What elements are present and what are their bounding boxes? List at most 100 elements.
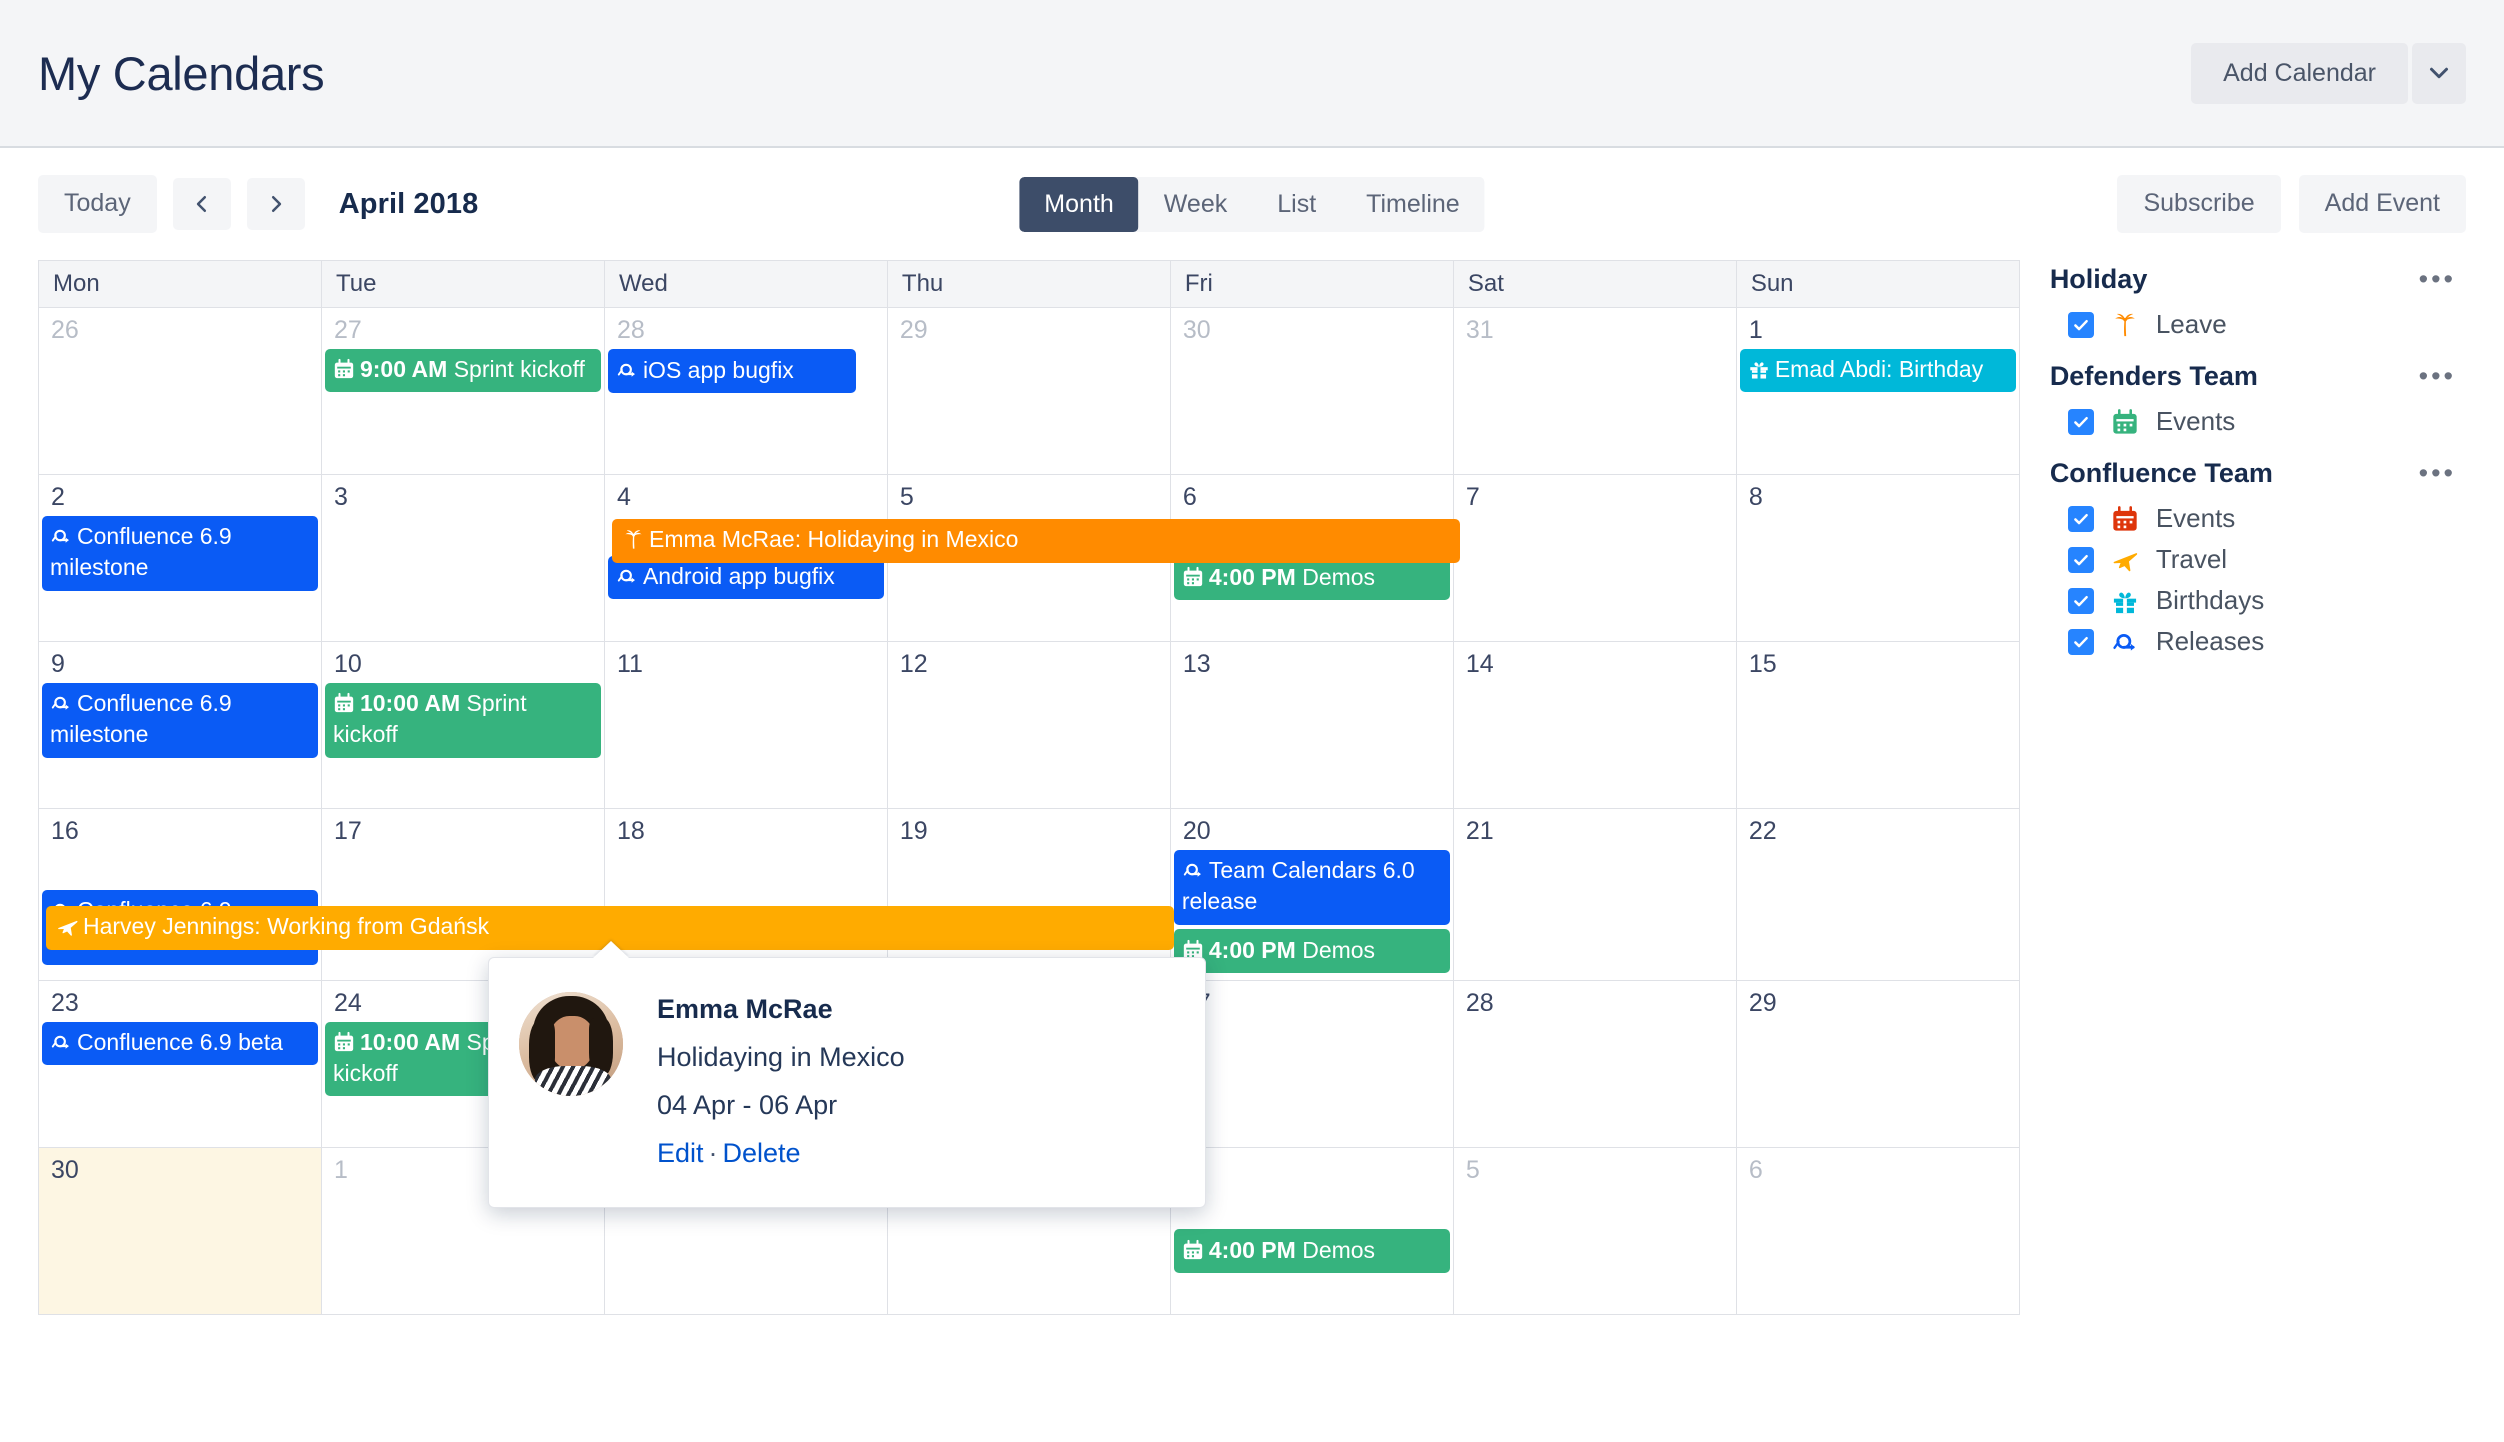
popup-date-range: 04 Apr - 06 Apr	[657, 1090, 838, 1120]
event-stack: 10:00 AM Sprint kickoff	[322, 683, 604, 765]
weekday-header-thu: Thu	[886, 260, 1171, 308]
day-cell[interactable]: 5	[1452, 1146, 1737, 1315]
event-confluence-milestone[interactable]: Confluence 6.9 milestone	[42, 683, 318, 758]
tab-timeline[interactable]: Timeline	[1341, 176, 1485, 232]
day-cell[interactable]: 9 Confluence 6.9 milestone	[38, 641, 322, 809]
day-cell[interactable]: 22	[1735, 808, 2020, 981]
day-cell[interactable]: 18	[603, 808, 888, 981]
day-cell[interactable]: 7	[1452, 474, 1737, 642]
day-cell[interactable]: 23 Confluence 6.9 beta	[38, 979, 322, 1148]
add-event-button[interactable]: Add Event	[2298, 175, 2466, 233]
event-emad-abdi-birthday[interactable]: Emad Abdi: Birthday	[1739, 349, 2016, 393]
event-stack: Confluence 6.9 beta	[39, 1021, 321, 1072]
weekday-header-mon: Mon	[38, 260, 322, 308]
event-team-calendars-release[interactable]: Team Calendars 6.0 release	[1173, 850, 1450, 925]
subscribe-button[interactable]: Subscribe	[2117, 175, 2281, 233]
day-cell[interactable]: 10 10:00 AM Sprint kickoff	[320, 641, 605, 809]
popup-body: Emma McRae Holidaying in Mexico 04 Apr -…	[657, 992, 905, 1169]
span-event-holiday-mexico[interactable]: Emma McRae: Holidaying in Mexico	[612, 519, 1460, 563]
day-cell[interactable]: 12	[886, 641, 1171, 809]
popup-edit-link[interactable]: Edit	[657, 1138, 704, 1168]
day-cell[interactable]: 31	[1452, 307, 1737, 475]
event-ios-app-bugfix[interactable]: iOS app bugfix	[607, 349, 856, 394]
sidebar-item-label: Events	[2155, 406, 2236, 436]
day-cell[interactable]: 8	[1735, 474, 2020, 642]
day-cell[interactable]: 16 Confluence 6.9 milestone	[38, 808, 322, 981]
popup-person-name: Emma McRae	[657, 994, 833, 1024]
next-month-button[interactable]	[246, 178, 305, 230]
day-cell[interactable]: 1 Emad Abdi: Birthday	[1735, 307, 2020, 475]
popup-delete-link[interactable]: Delete	[723, 1138, 801, 1168]
calendar-week-row: 26 27 9:00 AM Sprint kickoff 28 iOS app …	[38, 307, 2020, 475]
sidebar-item-label: Events	[2155, 503, 2236, 533]
day-cell[interactable]: 21	[1452, 808, 1737, 981]
day-cell[interactable]: 30	[1169, 307, 1454, 475]
popup-description: Holidaying in Mexico	[657, 1042, 905, 1072]
event-confluence-milestone[interactable]: Confluence 6.9 milestone	[42, 516, 318, 591]
sidebar-item-confluence-birthdays[interactable]: Birthdays	[2050, 580, 2466, 621]
checkbox-confluence-events[interactable]	[2067, 505, 2094, 532]
day-number: 5	[1465, 1155, 1480, 1184]
day-cell[interactable]: 4 4:00 PM Demos	[1169, 1146, 1454, 1315]
day-cell[interactable]: 13	[1169, 641, 1454, 809]
checkbox-confluence-releases[interactable]	[2067, 628, 2094, 655]
sidebar-item-confluence-releases[interactable]: Releases	[2050, 621, 2466, 662]
day-cell[interactable]: 6	[1735, 1146, 2020, 1315]
more-options-icon[interactable]: •••	[2419, 460, 2456, 487]
event-detail-popup: Emma McRae Holidaying in Mexico 04 Apr -…	[488, 957, 1206, 1208]
calendar-grid-wrapper: Mon Tue Wed Thu Fri Sat Sun 26 27 9:00 A…	[38, 260, 2020, 1315]
day-cell[interactable]: 26	[38, 307, 322, 475]
event-sprint-kickoff[interactable]: 9:00 AM Sprint kickoff	[324, 349, 601, 393]
sidebar-item-confluence-events[interactable]: Events	[2050, 498, 2466, 539]
day-cell[interactable]: 3	[320, 474, 605, 642]
palm-tree-icon	[622, 528, 645, 551]
day-cell[interactable]: 27	[1169, 979, 1454, 1148]
event-time: 10:00 AM	[359, 690, 461, 716]
day-cell[interactable]: 11	[603, 641, 888, 809]
day-number: 27	[333, 316, 362, 344]
day-cell[interactable]: 2 Confluence 6.9 milestone	[38, 474, 322, 642]
gift-icon	[2110, 586, 2140, 616]
tab-list[interactable]: List	[1252, 176, 1342, 232]
today-button[interactable]: Today	[38, 175, 157, 233]
event-demos[interactable]: 4:00 PM Demos	[1173, 1228, 1450, 1274]
event-sprint-kickoff[interactable]: 10:00 AM Sprint kickoff	[324, 683, 601, 758]
event-confluence-beta[interactable]: Confluence 6.9 beta	[42, 1021, 318, 1066]
checkbox-confluence-birthdays[interactable]	[2067, 587, 2094, 614]
calendar-icon	[333, 358, 355, 380]
page-header: My Calendars Add Calendar	[0, 0, 2504, 148]
tab-week[interactable]: Week	[1138, 176, 1253, 232]
sidebar-item-confluence-travel[interactable]: Travel	[2050, 539, 2466, 580]
add-calendar-dropdown-button[interactable]	[2412, 42, 2466, 104]
checkbox-leave[interactable]	[2067, 311, 2094, 338]
day-cell[interactable]: 17	[320, 808, 605, 981]
day-number: 21	[1465, 817, 1494, 845]
sidebar-item-leave[interactable]: Leave	[2050, 304, 2466, 345]
chevron-down-icon	[2429, 63, 2449, 83]
day-cell[interactable]: 27 9:00 AM Sprint kickoff	[320, 307, 605, 475]
day-cell[interactable]: 28 iOS app bugfix	[603, 307, 888, 475]
checkbox-defenders-events[interactable]	[2067, 408, 2094, 435]
day-cell[interactable]: 29	[1735, 979, 2020, 1148]
more-options-icon[interactable]: •••	[2419, 363, 2456, 390]
day-cell[interactable]: 28	[1452, 979, 1737, 1148]
previous-month-button[interactable]	[172, 178, 231, 230]
sidebar-group-confluence-team: Confluence Team ••• Events Travel Birthd…	[2050, 458, 2466, 662]
day-cell[interactable]: 29	[886, 307, 1171, 475]
more-options-icon[interactable]: •••	[2419, 266, 2456, 293]
sidebar-item-defenders-events[interactable]: Events	[2050, 401, 2466, 442]
day-cell[interactable]: 15	[1735, 641, 2020, 809]
event-demos[interactable]: 4:00 PM Demos	[1173, 928, 1450, 973]
day-cell[interactable]: 20 Team Calendars 6.0 release 4:00 PM De…	[1169, 808, 1454, 981]
event-title: Sprint kickoff	[453, 356, 585, 382]
add-calendar-button[interactable]: Add Calendar	[2191, 42, 2408, 104]
toolbar-nav-group: Today April 2018	[38, 175, 478, 233]
tab-month[interactable]: Month	[1019, 176, 1139, 232]
toolbar-actions: Subscribe Add Event	[2117, 175, 2466, 233]
checkbox-confluence-travel[interactable]	[2067, 546, 2094, 573]
calendar-icon	[2110, 504, 2140, 534]
day-cell[interactable]: 19	[886, 808, 1171, 981]
day-cell[interactable]: 14	[1452, 641, 1737, 809]
day-cell-today[interactable]: 30	[38, 1146, 322, 1315]
palm-tree-icon	[2110, 310, 2140, 340]
